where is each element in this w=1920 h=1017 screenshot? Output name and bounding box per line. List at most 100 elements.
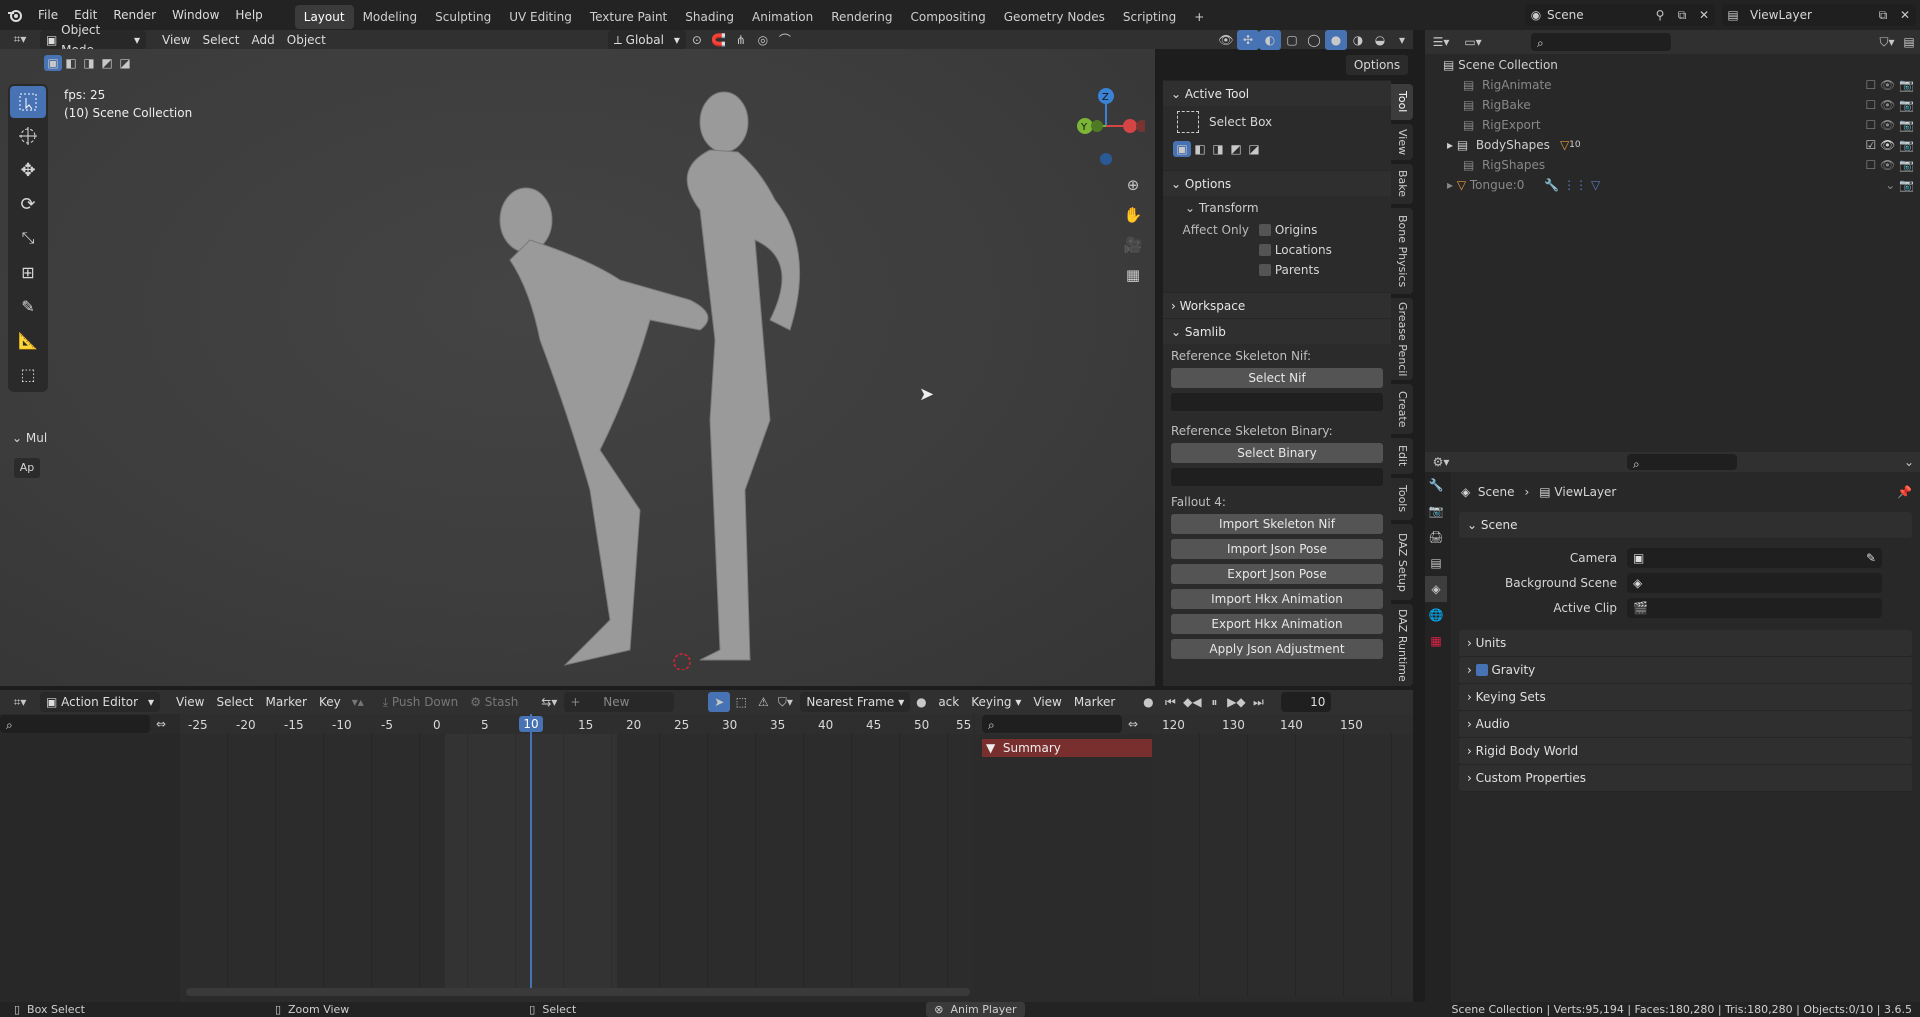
sidebar-tab-view[interactable]: View bbox=[1391, 124, 1413, 160]
keying-sets-section[interactable]: › Keying Sets bbox=[1459, 684, 1912, 711]
export-hkx-animation-button[interactable]: Export Hkx Animation bbox=[1171, 614, 1383, 634]
samlib-header[interactable]: ⌄ Samlib bbox=[1163, 318, 1391, 344]
menu-object[interactable]: Object bbox=[281, 30, 332, 50]
outliner-item-riganimate[interactable]: ▤ RigAnimate ☐ 👁 📷 bbox=[1425, 75, 1920, 95]
pin-icon[interactable]: 📌 bbox=[1897, 485, 1920, 499]
sidebar-tab-grease-pencil[interactable]: Grease Pencil bbox=[1391, 298, 1413, 380]
import-json-pose-button[interactable]: Import Json Pose bbox=[1171, 539, 1383, 559]
sidebar-tab-edit[interactable]: Edit bbox=[1391, 438, 1413, 474]
tab-sculpting[interactable]: Sculpting bbox=[426, 5, 500, 29]
gizmo-icon[interactable]: ✣ bbox=[1237, 29, 1259, 50]
outliner-item-rigexport[interactable]: ▤ RigExport ☐ 👁 📷 bbox=[1425, 115, 1920, 135]
tab-modeling[interactable]: Modeling bbox=[354, 5, 427, 29]
rotate-tool[interactable]: ⟳ bbox=[10, 188, 46, 220]
timeline-menu-marker[interactable]: Marker bbox=[260, 692, 313, 712]
filter-icon[interactable]: ⛉▾ bbox=[1876, 32, 1898, 52]
sidebar-tab-tool[interactable]: Tool bbox=[1391, 84, 1413, 120]
overlay-icon[interactable]: ◐ bbox=[1259, 29, 1281, 50]
pin-icon[interactable]: ⚲ bbox=[1649, 5, 1671, 25]
eyedropper-icon[interactable]: ✎ bbox=[1866, 548, 1882, 568]
locations-checkbox[interactable] bbox=[1259, 244, 1271, 256]
workspace-header[interactable]: › Workspace bbox=[1163, 292, 1391, 318]
sidebar-tab-bone-physics[interactable]: Bone Physics bbox=[1391, 208, 1413, 294]
prev-keyframe-icon[interactable]: ◆◀ bbox=[1181, 692, 1203, 712]
breadcrumb-scene[interactable]: Scene bbox=[1478, 485, 1515, 499]
box-select-icon[interactable]: ⬚ bbox=[730, 692, 752, 712]
menu-window[interactable]: Window bbox=[164, 0, 227, 30]
close-view-layer-icon[interactable]: ✕ bbox=[1894, 5, 1916, 25]
tab-compositing[interactable]: Compositing bbox=[901, 5, 994, 29]
select-invert-icon[interactable]: ◩ bbox=[98, 55, 116, 71]
select-subtract-icon[interactable]: ◨ bbox=[1209, 141, 1227, 157]
display-mode-icon[interactable]: ▭▾ bbox=[1457, 32, 1489, 52]
select-intersect-icon[interactable]: ◪ bbox=[1245, 141, 1263, 157]
affect-parents-row[interactable]: Parents bbox=[1163, 260, 1391, 280]
properties-editor-icon[interactable]: ⚙▾ bbox=[1425, 452, 1457, 472]
outliner-item-tongue[interactable]: ▸ ▽ Tongue:0 🔧 ⋮⋮ ▽ ⌄ 📷 bbox=[1425, 175, 1920, 195]
tab-scripting[interactable]: Scripting bbox=[1114, 5, 1185, 29]
annotate-tool[interactable]: ✎ bbox=[10, 290, 46, 322]
tab-geometry-nodes[interactable]: Geometry Nodes bbox=[995, 5, 1114, 29]
menu-help[interactable]: Help bbox=[227, 0, 270, 30]
play-icon[interactable]: ⏸ bbox=[1203, 692, 1225, 712]
world-tab-icon[interactable]: 🌐 bbox=[1425, 602, 1447, 628]
select-box-tool[interactable] bbox=[10, 86, 46, 118]
select-binary-button[interactable]: Select Binary bbox=[1171, 443, 1383, 463]
xray-icon[interactable]: ▢ bbox=[1281, 30, 1303, 50]
measure-tool[interactable]: 📐 bbox=[10, 324, 46, 356]
cursor-tool[interactable] bbox=[10, 120, 46, 152]
playhead-line[interactable] bbox=[530, 714, 532, 996]
editor-mode-dropdown[interactable]: ▣ Action Editor ▾ bbox=[40, 692, 160, 712]
tab-layout[interactable]: Layout bbox=[294, 4, 354, 29]
move-tool[interactable]: ✥ bbox=[10, 154, 46, 186]
scale-tool[interactable]: ⤡ bbox=[10, 222, 46, 254]
blender-logo-icon[interactable] bbox=[0, 5, 30, 25]
scene-section-header[interactable]: ⌄ Scene bbox=[1459, 512, 1912, 539]
falloff-icon[interactable]: ⌒ bbox=[774, 30, 796, 50]
options-header[interactable]: ⌄ Options bbox=[1163, 170, 1391, 196]
snap-icon[interactable]: 🧲 bbox=[708, 30, 730, 50]
outliner-search-input[interactable]: ⌕ bbox=[1531, 33, 1671, 51]
nif-path-field[interactable] bbox=[1171, 393, 1383, 411]
warning-icon[interactable]: ⚠ bbox=[752, 692, 774, 712]
tab-rendering[interactable]: Rendering bbox=[822, 5, 901, 29]
timeline-menu-key[interactable]: Key bbox=[313, 692, 347, 712]
outliner-item-rigbake[interactable]: ▤ RigBake ☐ 👁 📷 bbox=[1425, 95, 1920, 115]
visibility-icons[interactable]: ☐ 👁 📷 bbox=[1865, 155, 1920, 175]
select-nif-button[interactable]: Select Nif bbox=[1171, 368, 1383, 388]
navigation-gizmo[interactable]: Z Y bbox=[1065, 86, 1145, 168]
pan-hand-icon[interactable]: ✋ bbox=[1122, 200, 1144, 230]
orientation-dropdown[interactable]: ⟂ Global ▾ bbox=[607, 29, 686, 50]
visibility-icon[interactable]: 👁 bbox=[1215, 30, 1237, 50]
properties-search-input[interactable]: ⌕ bbox=[1627, 454, 1737, 471]
transform-tool[interactable]: ⊞ bbox=[10, 256, 46, 288]
origins-checkbox[interactable] bbox=[1259, 224, 1271, 236]
apply-button[interactable]: Ap bbox=[14, 458, 40, 478]
keyframe-area-right[interactable] bbox=[1152, 734, 1413, 996]
menu-view[interactable]: View bbox=[156, 30, 196, 50]
visibility-icons[interactable]: ☑ 👁 📷 bbox=[1865, 135, 1920, 155]
channel-search-input[interactable]: ⌕ bbox=[0, 715, 150, 733]
select-tool-icon[interactable]: ➤ bbox=[708, 692, 731, 712]
view-layer-selector[interactable]: ▤ ViewLayer ⧉ ✕ bbox=[1722, 4, 1916, 26]
sidebar-tab-daz-setup[interactable]: DAZ Setup bbox=[1391, 524, 1413, 600]
action-browse-icon[interactable]: ⇆▾ bbox=[538, 692, 560, 712]
mode-dropdown[interactable]: ▣ Object Mode▾ bbox=[40, 23, 146, 57]
import-skeleton-nif-button[interactable]: Import Skeleton Nif bbox=[1171, 514, 1383, 534]
add-workspace-icon[interactable]: + bbox=[1185, 5, 1213, 29]
new-collection-icon[interactable]: ▤ bbox=[1898, 32, 1920, 52]
playback-dropdown[interactable]: ack bbox=[932, 692, 965, 712]
editor-type-icon[interactable]: ⌗▾ bbox=[0, 30, 40, 50]
outliner-item-bodyshapes[interactable]: ▸ ▤ BodyShapes ▽ 10 ☑ 👁 📷 bbox=[1425, 135, 1920, 155]
visibility-icons[interactable]: ☐ 👁 📷 bbox=[1865, 115, 1920, 135]
cancel-icon[interactable]: ⊗ bbox=[934, 1003, 950, 1016]
breadcrumb-view-layer[interactable]: ViewLayer bbox=[1554, 485, 1616, 499]
scene-selector[interactable]: ◉ Scene ⚲ ⧉ ✕ bbox=[1525, 4, 1715, 26]
sidebar-tab-create[interactable]: Create bbox=[1391, 384, 1413, 434]
timeline-view-menu[interactable]: View bbox=[1027, 692, 1067, 712]
timeline-search-input[interactable]: ⌕ bbox=[982, 715, 1122, 733]
sidebar-tab-daz-runtime[interactable]: DAZ Runtime bbox=[1391, 604, 1413, 686]
expand-arrow-icon[interactable]: ▸ bbox=[1447, 135, 1457, 155]
timeline-menu-view[interactable]: View bbox=[170, 692, 210, 712]
stash-button[interactable]: ⚙ Stash bbox=[464, 692, 524, 712]
